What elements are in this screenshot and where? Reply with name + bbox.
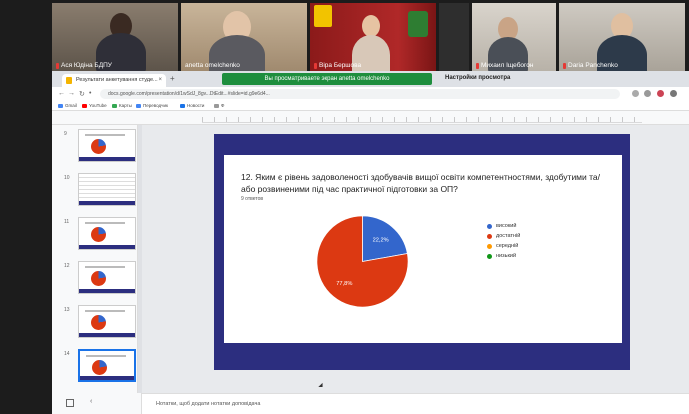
ruler [202, 117, 642, 123]
mic-muted-icon [314, 62, 317, 69]
video-tile[interactable]: anetta omelchenko [181, 3, 307, 71]
filmstrip-footer: ‹ [52, 393, 142, 414]
legend-dot-icon [487, 253, 492, 259]
slides-icon [66, 77, 72, 84]
bookmark-item[interactable]: YouTube [82, 103, 107, 108]
legend-label: середній [496, 243, 519, 249]
participant-name: anetta omelchenko [185, 62, 240, 69]
speaker-notes[interactable]: Нотатки, щоб додати нотатки доповідача [142, 393, 689, 414]
profile-avatar[interactable] [657, 90, 664, 97]
response-count: 9 ответов [241, 196, 264, 202]
browser-tab[interactable]: Результати анкетування студе... × [62, 74, 166, 87]
pie-slice-label: 77,8% [336, 281, 352, 287]
legend-item: середній [487, 241, 520, 251]
legend-dot-icon [487, 223, 492, 229]
bookmark-item[interactable]: Ф [214, 103, 224, 108]
reload-icon[interactable]: ↻ [79, 90, 85, 98]
zoom-window: Ася Юдіна БДПУ anetta omelchenko Віра Бе… [0, 0, 689, 414]
slide-thumbnail[interactable]: 11 [56, 217, 136, 253]
slide-canvas: 12. Яким є рівень задоволеності здобувач… [142, 125, 689, 393]
mic-muted-icon [476, 62, 479, 69]
slide-thumbnail[interactable]: 9 [56, 129, 136, 165]
pie-slice-label: 22,2% [373, 238, 389, 244]
screen-share: Результати анкетування студе... × + Вы п… [52, 71, 689, 414]
video-tile[interactable]: Daria Panchenko [559, 3, 685, 71]
video-tile[interactable]: Михаил Іщебогон [472, 3, 556, 71]
video-tile[interactable] [439, 3, 469, 71]
emblem-icon [314, 5, 332, 27]
close-icon[interactable]: × [158, 77, 162, 83]
slide-thumbnail-active[interactable]: 14 [56, 349, 136, 385]
mouse-cursor [318, 382, 325, 390]
share-banner: Вы просматриваете экран anetta omelchenk… [222, 73, 432, 85]
chevron-left-icon[interactable]: ‹ [90, 398, 92, 405]
back-icon[interactable]: ← [58, 90, 65, 97]
pie-chart: 22,2% 77,8% [316, 215, 409, 308]
video-tile[interactable]: Віра Бершова [310, 3, 436, 71]
bookmark-item[interactable]: Новости [180, 103, 204, 108]
chart-card: 12. Яким є рівень задоволеності здобувач… [224, 155, 622, 343]
grid-view-icon[interactable] [66, 399, 74, 407]
legend-item: достатній [487, 231, 520, 241]
legend-label: високий [496, 223, 517, 229]
bookmark-item[interactable]: Gmail [58, 103, 77, 108]
participant-name: Михаил Іщебогон [476, 62, 533, 69]
bookmarks-bar: Gmail YouTube Карты Переводчик Новости Ф [52, 101, 689, 111]
participant-name: Daria Panchenko [563, 62, 618, 69]
lock-icon: • [89, 90, 92, 97]
extension-icon[interactable] [644, 90, 651, 97]
view-settings-button[interactable]: Настройки просмотра [445, 75, 510, 81]
participant-name: Віра Бершова [314, 62, 361, 69]
address-bar: ← → ↻ • docs.google.com/presentation/d/1… [52, 87, 689, 101]
legend-label: низький [496, 253, 517, 259]
legend-dot-icon [487, 233, 492, 239]
legend-dot-icon [487, 243, 492, 249]
participant-name: Ася Юдіна БДПУ [56, 62, 112, 69]
mic-muted-icon [56, 62, 59, 69]
slide-thumbnail[interactable]: 12 [56, 261, 136, 297]
url-input[interactable]: docs.google.com/presentation/d/1wSdJ_8gv… [100, 89, 620, 99]
legend-label: достатній [496, 233, 521, 239]
question-title: 12. Яким є рівень задоволеності здобувач… [241, 172, 601, 194]
menu-icon[interactable] [670, 90, 677, 97]
new-tab-icon[interactable]: + [170, 74, 175, 83]
current-slide[interactable]: 12. Яким є рівень задоволеності здобувач… [214, 134, 630, 370]
slide-thumbnail[interactable]: 13 [56, 305, 136, 341]
emblem-icon [408, 11, 428, 37]
legend-item: високий [487, 221, 520, 231]
star-icon[interactable] [632, 90, 639, 97]
bookmark-item[interactable]: Карты [112, 103, 132, 108]
video-tile[interactable]: Ася Юдіна БДПУ [52, 3, 178, 71]
slide-filmstrip: 9 10 11 12 13 14 [52, 125, 138, 393]
mic-muted-icon [563, 62, 566, 69]
legend-item: низький [487, 251, 520, 261]
bookmark-item[interactable]: Переводчик [136, 103, 168, 108]
chart-legend: високий достатній середній низький [487, 221, 520, 261]
video-strip: Ася Юдіна БДПУ anetta omelchenko Віра Бе… [52, 3, 689, 71]
forward-icon[interactable]: → [68, 90, 75, 97]
slide-thumbnail[interactable]: 10 [56, 173, 136, 209]
